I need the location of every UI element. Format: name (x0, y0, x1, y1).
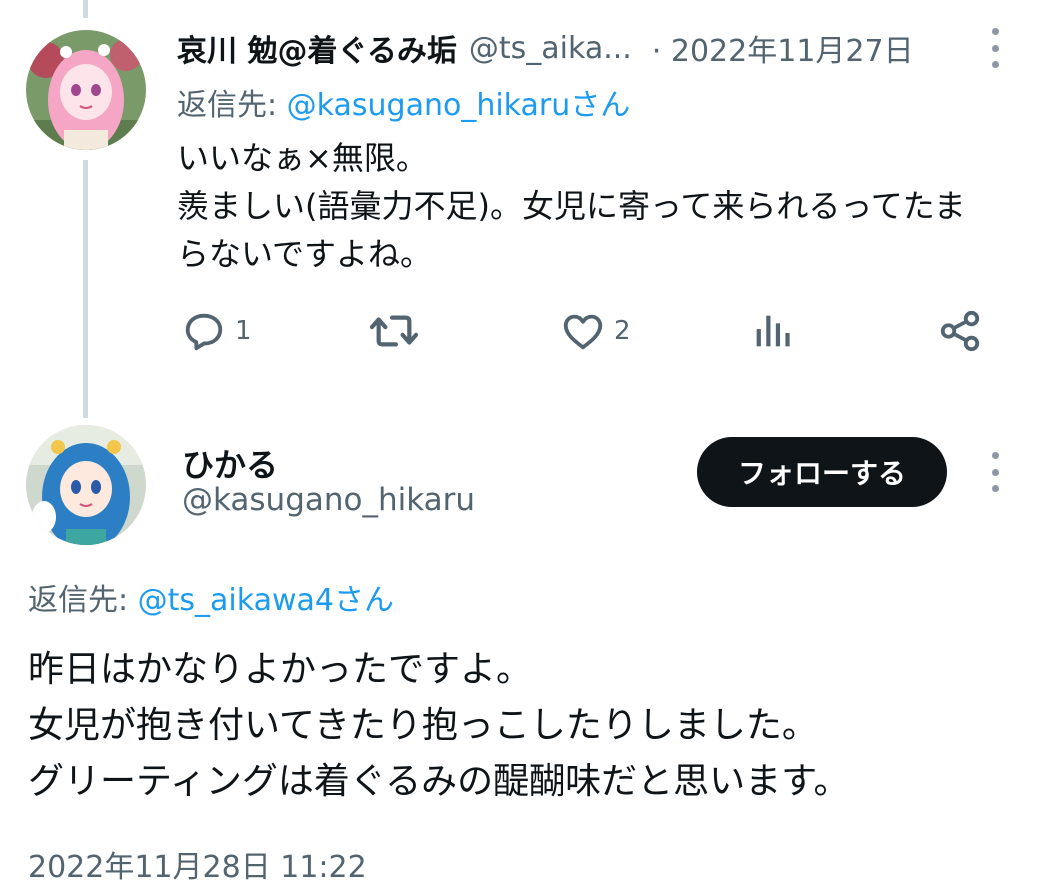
tweet1-date[interactable]: · 2022年11月27日 (652, 26, 914, 70)
share-button[interactable] (937, 305, 983, 357)
tweet2-text: 昨日はかなりよかったですよ。 女児が抱き付いてきたり抱っこしたりしました。 グリ… (28, 642, 1028, 810)
more-dot (991, 61, 999, 68)
follow-button[interactable]: フォローする (697, 437, 947, 507)
tweet2-display-name[interactable]: ひかる (182, 440, 278, 486)
more-dot (991, 485, 999, 492)
reply-icon (185, 313, 223, 351)
reply-to-label: 返信先: (177, 88, 287, 123)
thread-line (83, 160, 88, 418)
tweet1-reply-to: 返信先: @kasugano_hikaruさん (177, 80, 630, 124)
tweet1-text: いいなぁ×無限。 羨ましい(語彙力不足)。女児に寄って来られるってたま らないで… (177, 134, 1017, 278)
avatar-image (26, 425, 146, 545)
tweet1-text-line: いいなぁ×無限。 (177, 139, 428, 177)
tweet1-text-line: 羨ましい(語彙力不足)。女児に寄って来られるってたま (177, 187, 966, 225)
like-count: 2 (614, 316, 631, 346)
reply-to-mention[interactable]: @kasugano_hikaruさん (287, 88, 631, 123)
thread-line-top (83, 0, 88, 18)
more-dot (991, 28, 999, 35)
more-dot (991, 468, 999, 476)
more-dot (991, 44, 999, 52)
more-dot (991, 452, 999, 459)
reply-to-mention[interactable]: @ts_aikawa4さん (138, 583, 394, 618)
more-icon[interactable] (985, 26, 1005, 70)
tweet1-text-line: らないですよね。 (177, 235, 433, 273)
avatar-tweet1[interactable] (26, 30, 146, 150)
views-button[interactable] (749, 305, 795, 357)
tweet2-timestamp[interactable]: 2022年11月28日 11:22 (28, 842, 367, 886)
tweet2-text-line: グリーティングは着ぐるみの醍醐味だと思います。 (28, 761, 850, 802)
tweet1-actions: 1 2 (177, 305, 987, 357)
tweet2-text-line: 昨日はかなりよかったですよ。 (28, 649, 533, 690)
views-icon (756, 315, 790, 347)
avatar-tweet2[interactable] (26, 425, 146, 545)
more-icon[interactable] (985, 450, 1005, 494)
tweet1-handle[interactable]: @ts_aika... (469, 31, 632, 66)
retweet-icon (369, 315, 419, 347)
reply-button[interactable]: 1 (181, 305, 252, 357)
tweet2-reply-to: 返信先: @ts_aikawa4さん (28, 575, 394, 619)
reply-count: 1 (235, 316, 252, 346)
like-button[interactable]: 2 (560, 305, 631, 357)
like-icon (563, 314, 603, 350)
retweet-button[interactable] (369, 305, 419, 357)
reply-to-label: 返信先: (28, 583, 138, 618)
tweet2-handle[interactable]: @kasugano_hikaru (182, 482, 475, 518)
tweet2-text-line: 女児が抱き付いてきたり抱っこしたりしました。 (28, 705, 818, 746)
share-icon (940, 310, 980, 352)
tweet1-header: 哀川 勉@着ぐるみ垢 @ts_aika... · 2022年11月27日 (177, 26, 914, 70)
tweet1-display-name[interactable]: 哀川 勉@着ぐるみ垢 (177, 26, 457, 70)
avatar-image (26, 30, 146, 150)
